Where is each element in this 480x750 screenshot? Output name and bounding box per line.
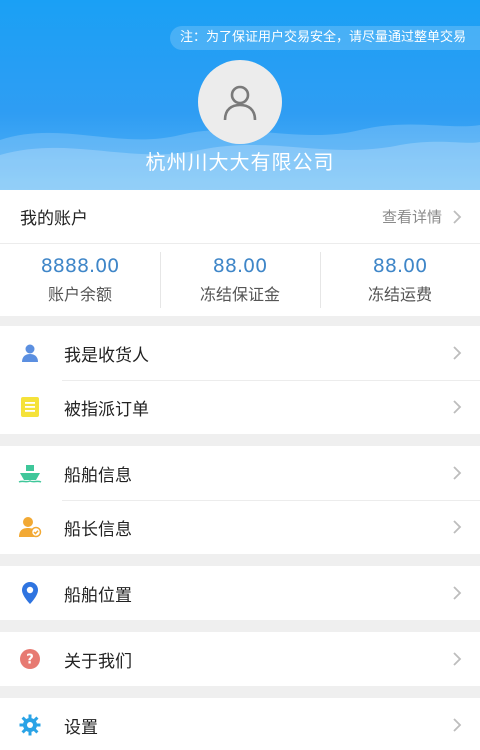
receiver-label: 我是收货人 bbox=[64, 345, 149, 366]
chevron-right-icon bbox=[453, 652, 462, 666]
question-icon: ? bbox=[18, 647, 42, 671]
chevron-right-icon bbox=[453, 346, 462, 360]
assigned-orders-label: 被指派订单 bbox=[64, 399, 149, 420]
chevron-right-icon bbox=[453, 466, 462, 480]
chevron-right-icon bbox=[453, 400, 462, 414]
frozen-deposit-value: 88.00 bbox=[212, 255, 268, 277]
balance-label: 账户余额 bbox=[47, 285, 112, 304]
account-header[interactable]: 我的账户 查看详情 bbox=[0, 190, 480, 244]
avatar[interactable] bbox=[198, 60, 282, 144]
gear-icon bbox=[18, 713, 42, 737]
chevron-right-icon bbox=[453, 520, 462, 534]
menu-item-receiver[interactable]: 我是收货人 bbox=[0, 326, 480, 380]
my-account-card: 我的账户 查看详情 8888.00 账户余额 88.00 冻结保证金 88.00… bbox=[0, 190, 480, 316]
document-icon bbox=[18, 395, 42, 419]
view-details-link[interactable]: 查看详情 bbox=[382, 206, 462, 227]
menu-item-ship-location[interactable]: 船舶位置 bbox=[0, 566, 480, 620]
menu-item-ship-info[interactable]: 船舶信息 bbox=[0, 446, 480, 500]
chevron-right-icon bbox=[453, 209, 462, 224]
balance-value: 8888.00 bbox=[40, 255, 120, 277]
menu-item-assigned-orders[interactable]: 被指派订单 bbox=[0, 380, 480, 434]
view-details-label: 查看详情 bbox=[381, 208, 442, 226]
chevron-right-icon bbox=[453, 586, 462, 600]
menu-item-captain-info[interactable]: 船长信息 bbox=[0, 500, 480, 554]
menu-group-about: ? 关于我们 bbox=[0, 632, 480, 686]
stat-balance[interactable]: 8888.00 账户余额 bbox=[0, 244, 160, 316]
menu-group-orders: 我是收货人 被指派订单 bbox=[0, 326, 480, 434]
stat-frozen-deposit[interactable]: 88.00 冻结保证金 bbox=[160, 244, 320, 316]
frozen-deposit-label: 冻结保证金 bbox=[199, 285, 280, 304]
chevron-right-icon bbox=[453, 718, 462, 732]
frozen-freight-label: 冻结运费 bbox=[367, 285, 432, 304]
menu-group-settings: 设置 bbox=[0, 698, 480, 750]
stat-frozen-freight[interactable]: 88.00 冻结运费 bbox=[320, 244, 480, 316]
account-title: 我的账户 bbox=[20, 209, 88, 229]
menu-item-about-us[interactable]: ? 关于我们 bbox=[0, 632, 480, 686]
menu-item-settings[interactable]: 设置 bbox=[0, 698, 480, 750]
captain-info-label: 船长信息 bbox=[64, 519, 132, 540]
profile-header: 注：为了保证用户交易安全，请尽量通过整单交易 杭州川大大有限公司 bbox=[0, 0, 480, 190]
company-name: 杭州川大大有限公司 bbox=[145, 150, 335, 174]
person-icon bbox=[18, 341, 42, 365]
safety-notice: 注：为了保证用户交易安全，请尽量通过整单交易 bbox=[169, 26, 480, 50]
ship-info-label: 船舶信息 bbox=[64, 465, 132, 486]
settings-label: 设置 bbox=[64, 717, 98, 738]
ship-location-label: 船舶位置 bbox=[64, 585, 132, 606]
location-pin-icon bbox=[18, 581, 42, 605]
about-us-label: 关于我们 bbox=[64, 651, 132, 672]
menu-group-location: 船舶位置 bbox=[0, 566, 480, 620]
frozen-freight-value: 88.00 bbox=[372, 255, 428, 277]
user-avatar-icon bbox=[223, 85, 257, 121]
svg-text:?: ? bbox=[26, 653, 34, 668]
menu-group-ship: 船舶信息 船长信息 bbox=[0, 446, 480, 554]
ship-icon bbox=[18, 461, 42, 485]
captain-icon bbox=[18, 515, 42, 539]
